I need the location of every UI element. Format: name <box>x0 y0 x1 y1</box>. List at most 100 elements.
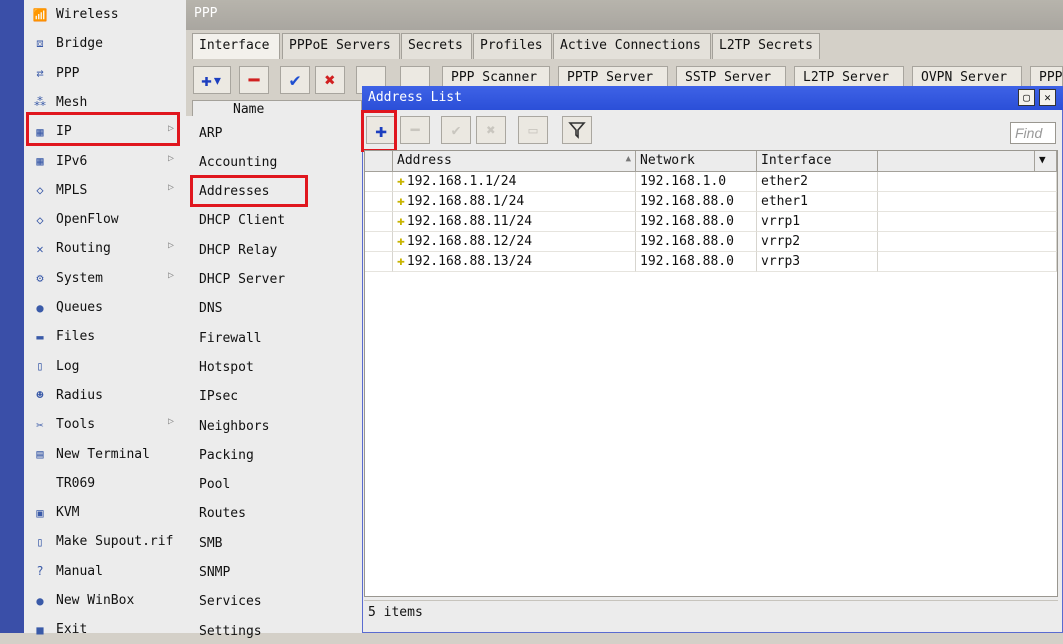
mesh-icon: ⁂ <box>34 95 46 110</box>
address-cell: ✚ 192.168.88.11/24 <box>393 212 636 232</box>
sidebar-item-system[interactable]: ⚙ System ▷ <box>24 264 184 293</box>
routing-icon: ✕ <box>36 241 44 256</box>
comment-address-button[interactable]: ▭ <box>518 116 548 144</box>
sidebar-item-label: Log <box>56 358 80 374</box>
ppp-window-title: PPP <box>186 0 1063 30</box>
ip-submenu-item-settings[interactable]: Settings <box>199 618 262 644</box>
filter-icon <box>568 122 586 139</box>
sidebar-item-mpls[interactable]: ◇ MPLS ▷ <box>24 176 184 205</box>
address-icon: ✚ <box>397 214 405 229</box>
tab-secrets[interactable]: Secrets <box>401 33 472 59</box>
add-icon[interactable]: ✚▾ <box>193 66 231 94</box>
empty-cell <box>878 212 1057 232</box>
ip-submenu-item-smb[interactable]: SMB <box>199 530 222 556</box>
tab-active-connections[interactable]: Active Connections <box>553 33 711 59</box>
enable-icon[interactable]: ✔ <box>280 66 310 94</box>
network-cell: 192.168.1.0 <box>636 172 757 192</box>
sidebar-item-new-winbox[interactable]: ● New WinBox <box>24 586 184 615</box>
close-icon[interactable]: ✕ <box>1039 89 1056 106</box>
ip-submenu-item-services[interactable]: Services <box>199 589 262 615</box>
sidebar-item-label: OpenFlow <box>56 212 119 228</box>
queues-icon: ● <box>36 300 44 315</box>
address-cell: ✚ 192.168.88.13/24 <box>393 252 636 272</box>
terminal-icon: ▤ <box>36 447 44 461</box>
ip-submenu-item-hotspot[interactable]: Hotspot <box>199 354 254 380</box>
sidebar-item-wireless[interactable]: 📶 Wireless <box>24 0 184 29</box>
tools-icon: ✂ <box>36 417 44 432</box>
sidebar-item-routing[interactable]: ✕ Routing ▷ <box>24 234 184 263</box>
exit-icon: ■ <box>36 622 44 637</box>
sidebar-item-log[interactable]: ▯ Log <box>24 352 184 381</box>
disable-icon[interactable]: ✖ <box>315 66 345 94</box>
submenu-arrow-icon: ▷ <box>167 240 174 252</box>
address-icon: ✚ <box>397 254 405 269</box>
mpls-icon: ◇ <box>36 183 44 198</box>
sidebar-item-ipv6[interactable]: ▦ IPv6 ▷ <box>24 147 184 176</box>
network-column-header[interactable]: Network <box>636 151 757 172</box>
enable-address-button[interactable]: ✔ <box>441 116 471 144</box>
remove-icon[interactable]: ━ <box>239 66 269 94</box>
sidebar-item-label: New WinBox <box>56 593 135 608</box>
remove-address-button[interactable]: ━ <box>400 116 430 144</box>
address-cell: ✚ 192.168.88.12/24 <box>393 232 636 252</box>
interface-column-header[interactable]: Interface <box>757 151 878 172</box>
sidebar-item-ppp[interactable]: ⇄ PPP <box>24 59 184 88</box>
sidebar-item-tr069[interactable]: TR069 <box>24 469 184 498</box>
ip-submenu-item-packing[interactable]: Packing <box>199 442 254 468</box>
sidebar-item-new-terminal[interactable]: ▤ New Terminal <box>24 440 184 469</box>
ip-submenu-item-neighbors[interactable]: Neighbors <box>199 413 269 439</box>
sidebar-item-make-supout-rif[interactable]: ▯ Make Supout.rif <box>24 527 184 556</box>
table-row[interactable]: ✚ 192.168.88.1/24 192.168.88.0 ether1 <box>365 192 1057 212</box>
sidebar-item-radius[interactable]: ☻ Radius <box>24 381 184 410</box>
find-input[interactable]: Find <box>1010 122 1056 144</box>
sidebar-item-label: Tools <box>56 417 96 433</box>
supout-icon: ▯ <box>36 534 44 549</box>
tab-profiles[interactable]: Profiles <box>473 33 552 59</box>
empty-cell <box>878 252 1057 272</box>
sidebar-item-label: Files <box>56 329 96 345</box>
sidebar-item-manual[interactable]: ? Manual <box>24 557 184 586</box>
row-flag-cell <box>365 212 393 232</box>
sidebar-item-files[interactable]: ▬ Files <box>24 322 184 351</box>
network-cell: 192.168.88.0 <box>636 232 757 252</box>
empty-cell <box>878 172 1057 192</box>
ip-submenu-item-accounting[interactable]: Accounting <box>199 149 277 175</box>
empty-column-header <box>878 151 1035 172</box>
ip-submenu-item-dhcp-server[interactable]: DHCP Server <box>199 267 285 293</box>
sidebar-item-exit[interactable]: ■ Exit <box>24 615 184 644</box>
sidebar-item-kvm[interactable]: ▣ KVM <box>24 498 184 527</box>
disable-address-button[interactable]: ✖ <box>476 116 506 144</box>
ip-submenu-item-routes[interactable]: Routes <box>199 501 246 527</box>
column-menu-icon[interactable]: ▼ <box>1035 151 1057 172</box>
sidebar-item-label: Routing <box>56 241 111 257</box>
ip-submenu-item-snmp[interactable]: SNMP <box>199 560 230 586</box>
sidebar-item-bridge[interactable]: ⧈ Bridge <box>24 29 184 58</box>
sidebar-item-queues[interactable]: ● Queues <box>24 293 184 322</box>
table-row[interactable]: ✚ 192.168.88.11/24 192.168.88.0 vrrp1 <box>365 212 1057 232</box>
tab-interface[interactable]: Interface <box>192 33 280 59</box>
table-row[interactable]: ✚ 192.168.1.1/24 192.168.1.0 ether2 <box>365 172 1057 192</box>
ip-submenu-item-ipsec[interactable]: IPsec <box>199 384 238 410</box>
ip-submenu-item-dhcp-relay[interactable]: DHCP Relay <box>199 237 277 263</box>
table-row[interactable]: ✚ 192.168.88.13/24 192.168.88.0 vrrp3 <box>365 252 1057 272</box>
sidebar-item-tools[interactable]: ✂ Tools ▷ <box>24 410 184 439</box>
row-flag-cell <box>365 232 393 252</box>
address-column-header[interactable]: Address ▲ <box>393 151 636 172</box>
ip-submenu-item-firewall[interactable]: Firewall <box>199 325 262 351</box>
ip-submenu-item-pool[interactable]: Pool <box>199 472 230 498</box>
ip-submenu-item-dns[interactable]: DNS <box>199 296 222 322</box>
tab-pppoe-servers[interactable]: PPPoE Servers <box>282 33 400 59</box>
maximize-icon[interactable]: ▢ <box>1018 89 1035 106</box>
sidebar-item-label: IPv6 <box>56 153 88 169</box>
ip-submenu-item-arp[interactable]: ARP <box>199 120 222 146</box>
sidebar-item-openflow[interactable]: ◇ OpenFlow <box>24 205 184 234</box>
address-value: 192.168.88.13/24 <box>406 254 533 269</box>
table-row[interactable]: ✚ 192.168.88.12/24 192.168.88.0 vrrp2 <box>365 232 1057 252</box>
filter-address-button[interactable] <box>562 116 592 144</box>
status-bar: 5 items <box>364 600 1058 626</box>
kvm-icon: ▣ <box>36 505 44 520</box>
row-flag-header <box>365 151 393 172</box>
empty-cell <box>878 232 1057 252</box>
tab-l2tp-secrets[interactable]: L2TP Secrets <box>712 33 820 59</box>
ip-submenu-item-dhcp-client[interactable]: DHCP Client <box>199 208 285 234</box>
